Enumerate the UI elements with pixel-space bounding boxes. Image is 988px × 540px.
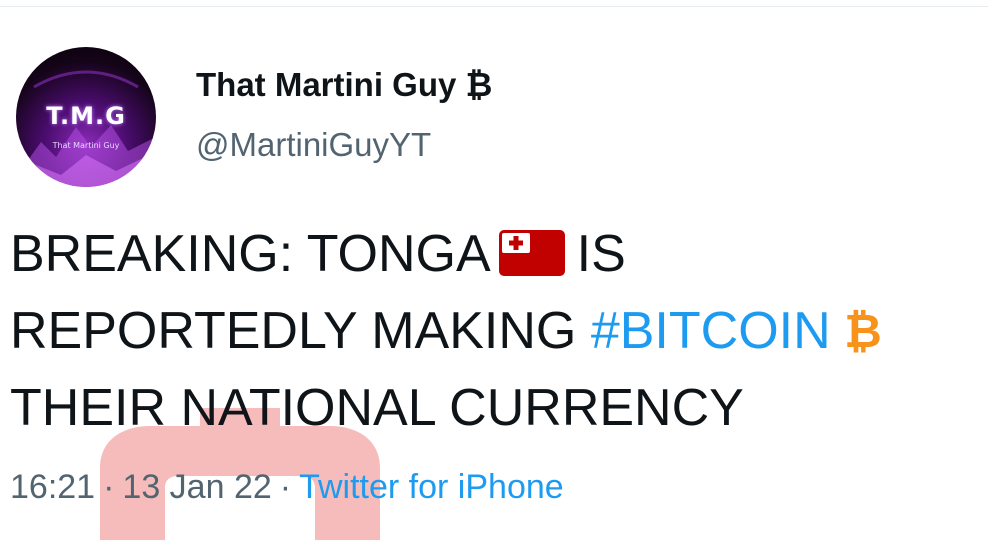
tonga-flag-icon <box>498 230 565 277</box>
tweet-line-1: BREAKING: TONGA IS <box>10 216 985 293</box>
tweet-source-link[interactable]: Twitter for iPhone <box>299 468 564 506</box>
tweet-date[interactable]: 13 Jan 22 <box>122 468 271 506</box>
tweet-text: BREAKING: TONGA IS REPORTEDLY MAKING #BIT… <box>10 216 985 447</box>
tweet-text-segment: IS <box>576 225 626 283</box>
tweet-text-segment: REPORTEDLY MAKING <box>10 302 577 360</box>
bitcoin-icon: ₿ <box>844 305 882 355</box>
meta-separator: · <box>103 468 115 506</box>
tweet-text-segment: BREAKING: TONGA <box>10 225 491 283</box>
user-handle[interactable]: @MartiniGuyYT <box>196 126 431 164</box>
tweet-card: T.M.G That Martini Guy That Martini Guy … <box>0 0 988 540</box>
tweet-time[interactable]: 16:21 <box>10 468 95 506</box>
avatar-logo-text: T.M.G <box>46 102 126 130</box>
hashtag-link[interactable]: #BITCOIN <box>591 302 831 360</box>
display-name[interactable]: That Martini Guy ₿ <box>196 66 492 104</box>
tweet-line-3: THEIR NATIONAL CURRENCY <box>10 370 985 447</box>
svg-text:₿: ₿ <box>844 305 882 355</box>
avatar[interactable]: T.M.G That Martini Guy <box>16 47 156 187</box>
tweet-metadata: 16:21 · 13 Jan 22 · Twitter for iPhone <box>10 468 564 507</box>
tweet-line-2: REPORTEDLY MAKING #BITCOIN ₿ <box>10 293 985 370</box>
tweet-text-segment: THEIR NATIONAL CURRENCY <box>10 379 744 437</box>
avatar-tagline: That Martini Guy <box>52 141 120 150</box>
meta-separator: · <box>279 468 292 506</box>
